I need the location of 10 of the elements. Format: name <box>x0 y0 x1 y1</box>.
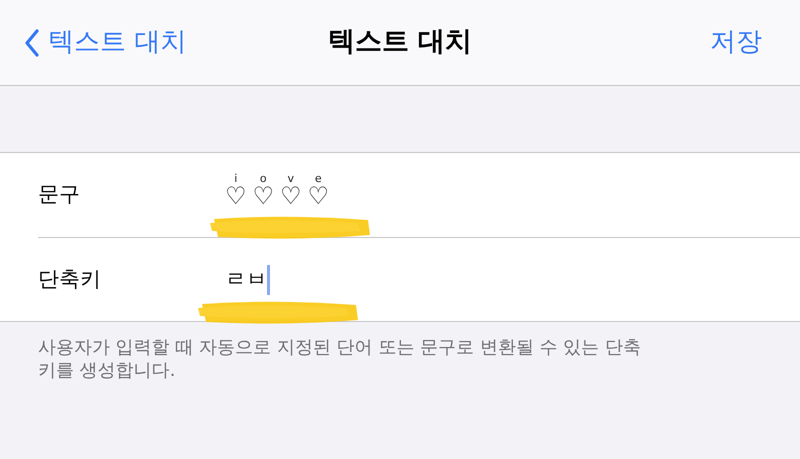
screen-title: 텍스트 대치 <box>328 25 472 60</box>
back-chevron-icon <box>24 28 40 56</box>
footer-note: 사용자가 입력할 때 자동으로 지정된 단어 또는 문구로 변환될 수 있는 단축키를 생성합니다. <box>37 336 642 384</box>
back-button[interactable]: 텍스트 대치 <box>0 23 186 62</box>
shortcut-field[interactable]: ㄹㅂ <box>225 264 270 296</box>
phrase-field[interactable]: i ♡ o ♡ v ♡ e ♡ <box>225 172 336 208</box>
text-cursor <box>267 264 270 294</box>
field-label: 단축키 <box>38 266 102 293</box>
save-button[interactable]: 저장 <box>710 23 800 62</box>
field-label: 문구 <box>38 181 81 208</box>
